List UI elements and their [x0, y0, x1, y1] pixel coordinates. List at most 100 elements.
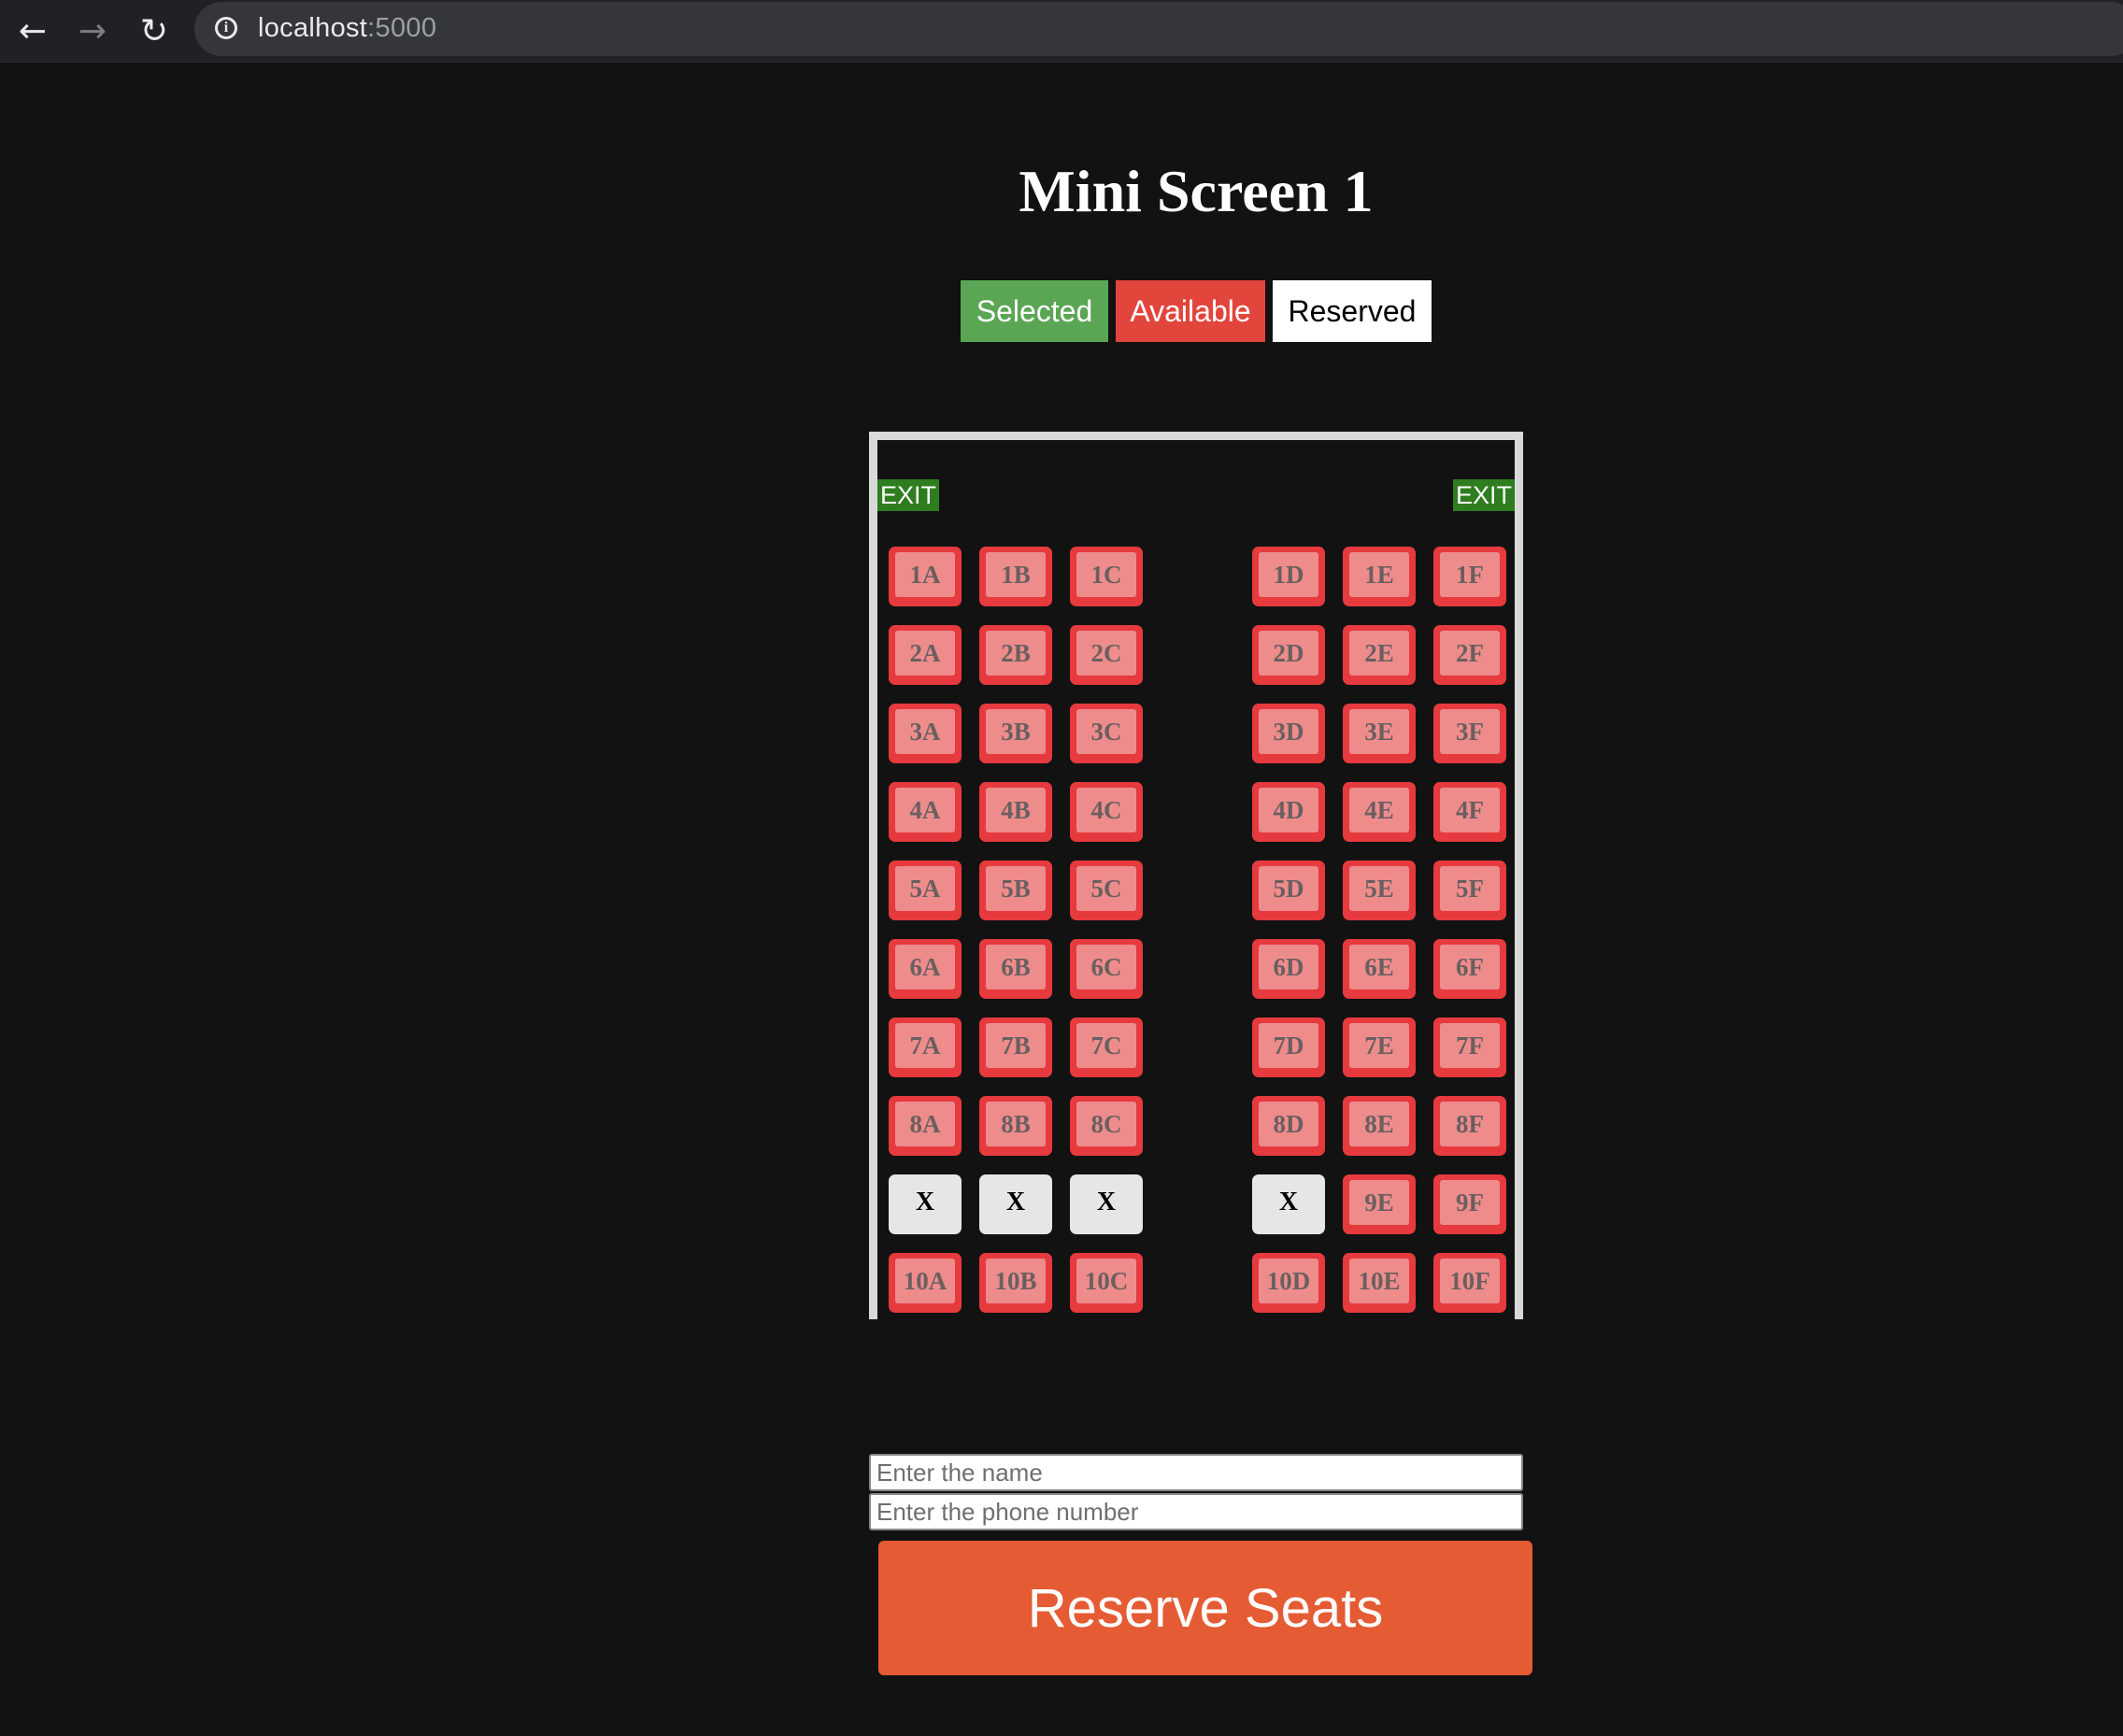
seat-available[interactable]: 7A — [889, 1017, 962, 1077]
seat-available[interactable]: 10B — [979, 1253, 1052, 1313]
seat-label: 2C — [1076, 631, 1136, 676]
seat-available[interactable]: 1D — [1252, 547, 1325, 606]
page-title: Mini Screen 1 — [1019, 158, 1374, 224]
seat-available[interactable]: 7F — [1433, 1017, 1506, 1077]
seat-available[interactable]: 3C — [1070, 704, 1143, 763]
seat-available[interactable]: 1C — [1070, 547, 1143, 606]
seat-label: 1B — [986, 552, 1046, 597]
seat-available[interactable]: 10E — [1343, 1253, 1416, 1313]
seat-available[interactable]: 2A — [889, 625, 962, 685]
seat-label: 4A — [895, 788, 955, 832]
seat-label: 8C — [1076, 1102, 1136, 1146]
seat-available[interactable]: 10C — [1070, 1253, 1143, 1313]
seat-reserved[interactable]: X — [1252, 1174, 1325, 1234]
seat-label: 5C — [1076, 866, 1136, 911]
seat-label: 6D — [1259, 945, 1318, 989]
url-text[interactable]: localhost:5000 — [258, 13, 436, 44]
seat-available[interactable]: 6D — [1252, 939, 1325, 999]
arrow-right-icon[interactable]: → — [69, 7, 116, 54]
seat-available[interactable]: 3F — [1433, 704, 1506, 763]
seat-available[interactable]: 4D — [1252, 782, 1325, 842]
seat-label: X — [895, 1180, 955, 1225]
seat-available[interactable]: 3E — [1343, 704, 1416, 763]
seat-available[interactable]: 4A — [889, 782, 962, 842]
reserve-seats-button[interactable]: Reserve Seats — [878, 1541, 1532, 1675]
seat-available[interactable]: 5F — [1433, 861, 1506, 920]
seat-available[interactable]: 2F — [1433, 625, 1506, 685]
seat-available[interactable]: 5E — [1343, 861, 1416, 920]
url-host: localhost — [258, 13, 368, 43]
seat-available[interactable]: 2C — [1070, 625, 1143, 685]
seat-reserved[interactable]: X — [979, 1174, 1052, 1234]
seat-label: 6E — [1349, 945, 1409, 989]
name-input[interactable] — [869, 1454, 1523, 1491]
seat-available[interactable]: 4E — [1343, 782, 1416, 842]
seat-available[interactable]: 5A — [889, 861, 962, 920]
seat-available[interactable]: 8C — [1070, 1096, 1143, 1156]
seat-label: 3F — [1440, 709, 1500, 754]
seat-available[interactable]: 2E — [1343, 625, 1416, 685]
seat-available[interactable]: 8D — [1252, 1096, 1325, 1156]
seat-map: EXIT EXIT 1A 1B 1C 1D 1E 1F 2A 2B 2C 2D 2E 2F 3A 3B 3C… — [869, 432, 1523, 1319]
arrow-left-icon[interactable]: ← — [9, 7, 56, 54]
seat-available[interactable]: 1F — [1433, 547, 1506, 606]
seat-label: 7A — [895, 1023, 955, 1068]
info-icon[interactable]: i — [215, 17, 237, 39]
seat-available[interactable]: 3B — [979, 704, 1052, 763]
seat-available[interactable]: 9E — [1343, 1174, 1416, 1234]
seat-label: 1C — [1076, 552, 1136, 597]
seat-available[interactable]: 3A — [889, 704, 962, 763]
seat-available[interactable]: 7D — [1252, 1017, 1325, 1077]
seat-available[interactable]: 2D — [1252, 625, 1325, 685]
seat-available[interactable]: 7B — [979, 1017, 1052, 1077]
address-bar[interactable]: i localhost:5000 — [194, 2, 2123, 56]
seat-label: 7D — [1259, 1023, 1318, 1068]
seat-label: 2D — [1259, 631, 1318, 676]
seat-reserved[interactable]: X — [889, 1174, 962, 1234]
seat-available[interactable]: 10D — [1252, 1253, 1325, 1313]
seat-available[interactable]: 5B — [979, 861, 1052, 920]
reload-icon[interactable]: ↻ — [131, 7, 178, 54]
seat-label: 6A — [895, 945, 955, 989]
seat-available[interactable]: 7C — [1070, 1017, 1143, 1077]
seat-available[interactable]: 8B — [979, 1096, 1052, 1156]
seat-label: X — [1076, 1180, 1136, 1225]
seat-label: 10A — [895, 1259, 955, 1303]
seat-available[interactable]: 4B — [979, 782, 1052, 842]
legend-selected: Selected — [961, 280, 1108, 342]
seat-available[interactable]: 2B — [979, 625, 1052, 685]
seat-available[interactable]: 6B — [979, 939, 1052, 999]
seat-available[interactable]: 5C — [1070, 861, 1143, 920]
seat-available[interactable]: 10F — [1433, 1253, 1506, 1313]
seat-label: 1A — [895, 552, 955, 597]
seat-label: 3D — [1259, 709, 1318, 754]
seat-available[interactable]: 8E — [1343, 1096, 1416, 1156]
seat-available[interactable]: 1E — [1343, 547, 1416, 606]
seat-available[interactable]: 8F — [1433, 1096, 1506, 1156]
seat-available[interactable]: 3D — [1252, 704, 1325, 763]
seat-available[interactable]: 5D — [1252, 861, 1325, 920]
seat-label: 4D — [1259, 788, 1318, 832]
seat-available[interactable]: 9F — [1433, 1174, 1506, 1234]
legend-available: Available — [1116, 280, 1265, 342]
seat-label: 2E — [1349, 631, 1409, 676]
seat-available[interactable]: 7E — [1343, 1017, 1416, 1077]
exit-sign-right: EXIT — [1452, 479, 1515, 511]
seat-available[interactable]: 4F — [1433, 782, 1506, 842]
phone-input[interactable] — [869, 1493, 1523, 1530]
seat-label: 2B — [986, 631, 1046, 676]
seat-available[interactable]: 4C — [1070, 782, 1143, 842]
seat-available[interactable]: 8A — [889, 1096, 962, 1156]
seat-available[interactable]: 6F — [1433, 939, 1506, 999]
seat-available[interactable]: 1B — [979, 547, 1052, 606]
seat-available[interactable]: 1A — [889, 547, 962, 606]
seat-reserved[interactable]: X — [1070, 1174, 1143, 1234]
seat-label: 3C — [1076, 709, 1136, 754]
seat-label: 10B — [986, 1259, 1046, 1303]
seat-available[interactable]: 6A — [889, 939, 962, 999]
seat-label: 3A — [895, 709, 955, 754]
seat-available[interactable]: 10A — [889, 1253, 962, 1313]
seat-available[interactable]: 6E — [1343, 939, 1416, 999]
seat-label: 5A — [895, 866, 955, 911]
seat-available[interactable]: 6C — [1070, 939, 1143, 999]
